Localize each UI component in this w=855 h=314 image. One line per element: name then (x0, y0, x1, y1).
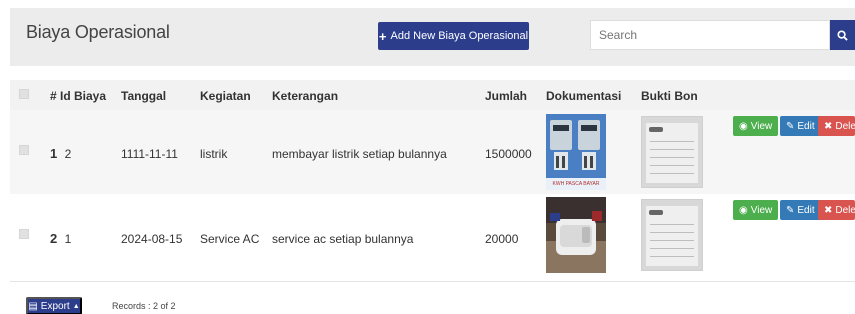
search-button[interactable] (830, 20, 855, 50)
ac-unit-image (546, 197, 606, 273)
delete-button[interactable]: ✖ Delet (818, 200, 855, 220)
kegiatan-cell: listrik (200, 147, 228, 161)
column-header-jumlah[interactable]: Jumlah (485, 89, 527, 103)
tanggal-cell: 2024-08-15 (121, 232, 183, 246)
row-number: 2 (50, 231, 58, 246)
table-row: 1 2 1111-11-11 listrik membayar listrik … (10, 110, 855, 194)
receipt-logo-icon (649, 210, 663, 215)
file-icon: ▤ (28, 300, 38, 312)
column-header-kegiatan[interactable]: Kegiatan (200, 89, 251, 103)
select-all-checkbox[interactable] (19, 89, 29, 99)
page-title: Biaya Operasional (26, 22, 170, 42)
receipt-logo-icon (649, 127, 663, 132)
caret-up-icon: ▲ (72, 302, 80, 310)
bukti-bon-image[interactable] (641, 199, 703, 271)
row-checkbox[interactable] (19, 145, 29, 155)
dokumentasi-photo-meters[interactable]: KWH PASCA BAYAR (546, 114, 606, 190)
search-icon (837, 29, 848, 41)
row-number: 1 (50, 146, 58, 161)
tanggal-cell: 1111-11-11 (121, 147, 178, 161)
add-biaya-button[interactable]: + Add New Biaya Operasional (378, 22, 529, 50)
add-biaya-label: Add New Biaya Operasional (390, 30, 529, 42)
table-header: # Id Biaya Tanggal Kegiatan Keterangan J… (10, 80, 855, 110)
keterangan-cell: service ac setiap bulannya (272, 232, 414, 246)
column-header-bukti-bon[interactable]: Bukti Bon (641, 89, 698, 103)
view-button[interactable]: ◉ View (733, 200, 779, 220)
bukti-bon-image[interactable] (641, 116, 703, 188)
table-row: 2 1 2024-08-15 Service AC service ac set… (10, 194, 855, 282)
id-biaya: 2 (64, 147, 72, 161)
close-icon: ✖ (824, 204, 833, 216)
search-input[interactable] (590, 20, 830, 50)
column-header-tanggal[interactable]: Tanggal (121, 89, 166, 103)
edit-button[interactable]: ✎ Edit (780, 116, 821, 136)
edit-button[interactable]: ✎ Edit (780, 200, 821, 220)
close-icon: ✖ (824, 120, 833, 132)
row-checkbox[interactable] (19, 229, 29, 239)
delete-button[interactable]: ✖ Delet (818, 116, 855, 136)
plus-icon: + (378, 28, 387, 44)
column-header-id[interactable]: # Id Biaya (50, 89, 106, 103)
eye-icon: ◉ (739, 204, 748, 216)
eye-icon: ◉ (739, 120, 748, 132)
jumlah-cell: 1500000 (485, 147, 532, 161)
electric-meter-image (546, 114, 606, 190)
column-header-keterangan[interactable]: Keterangan (272, 89, 338, 103)
edit-icon: ✎ (786, 120, 795, 132)
edit-icon: ✎ (786, 204, 795, 216)
view-button[interactable]: ◉ View (733, 116, 779, 136)
export-button[interactable]: ▤ Export ▲ (26, 297, 82, 314)
records-count: Records : 2 of 2 (112, 301, 176, 311)
jumlah-cell: 20000 (485, 232, 519, 246)
id-biaya: 1 (64, 232, 72, 246)
column-header-dokumentasi[interactable]: Dokumentasi (546, 89, 621, 103)
dokumentasi-photo-ac[interactable] (546, 197, 606, 273)
kegiatan-cell: Service AC (200, 232, 260, 246)
photo-caption: KWH PASCA BAYAR (552, 181, 600, 187)
keterangan-cell: membayar listrik setiap bulannya (272, 147, 447, 161)
